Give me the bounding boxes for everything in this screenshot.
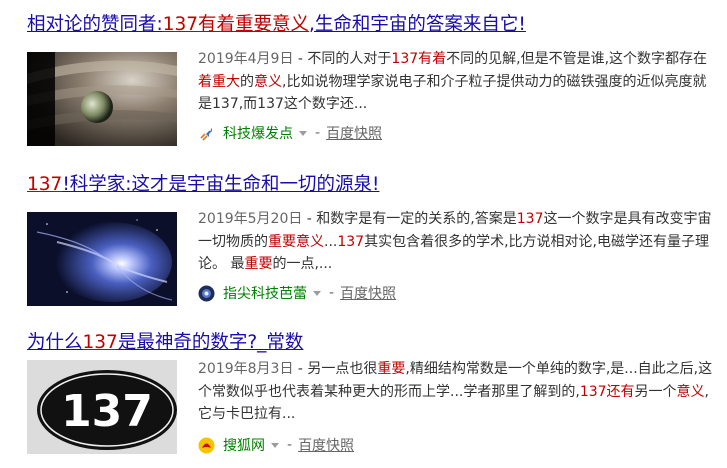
text-segment: 相对论的赞同者:: [27, 14, 163, 35]
highlighted-keyword: 137: [82, 332, 118, 353]
number-137-image: 137: [27, 360, 177, 454]
galaxy-image: [27, 212, 177, 306]
separator: -: [329, 285, 335, 301]
chevron-down-icon[interactable]: [313, 290, 321, 296]
result-thumbnail[interactable]: [27, 52, 177, 146]
result-snippet: 2019年5月20日 - 和数字是有一定的关系的,答案是137这一个数字是具有改…: [198, 208, 718, 276]
planet-image: [27, 52, 177, 146]
highlighted-keyword: 意义: [676, 383, 705, 400]
highlighted-keyword: 重要: [244, 256, 273, 273]
text-segment: - 和数字是有一定的关系的,答案是: [302, 211, 517, 227]
source-name[interactable]: 搜狐网: [223, 435, 265, 455]
source-name[interactable]: 科技爆发点: [223, 123, 293, 143]
result-title-link[interactable]: 137!科学家:这才是宇宙生命和一切的源泉!: [27, 170, 379, 200]
result-source: 搜狐网 - 百度快照: [198, 434, 354, 456]
thumb-137-text: 137: [61, 386, 153, 437]
result-date: 2019年8月3日: [198, 361, 294, 377]
rocket-icon: [198, 125, 215, 142]
highlighted-keyword: 137: [27, 174, 63, 195]
text-segment: 是最神奇的数字?_常数: [117, 332, 304, 353]
highlighted-keyword: 着重大: [198, 73, 240, 90]
highlighted-keyword: 137: [337, 233, 365, 250]
highlighted-keyword: 重要意义: [268, 233, 324, 250]
result-date: 2019年5月20日: [198, 211, 303, 227]
text-segment: !科学家:这才是宇宙生命和一切的源泉!: [62, 174, 380, 195]
separator: -: [315, 125, 321, 141]
highlighted-keyword: 重要: [377, 361, 406, 377]
text-segment: 的: [240, 73, 254, 90]
highlighted-keyword: 137还有: [579, 383, 635, 400]
cache-link[interactable]: 百度快照: [340, 283, 396, 303]
highlighted-keyword: 137有着重要意义: [162, 14, 310, 35]
text-segment: 为什么: [27, 332, 83, 353]
cache-link[interactable]: 百度快照: [298, 435, 354, 455]
result-source: 科技爆发点 - 百度快照: [198, 122, 382, 144]
globe-icon: [198, 285, 215, 302]
highlighted-keyword: 意义: [254, 73, 282, 90]
text-segment: 的一点,...: [272, 256, 333, 273]
text-segment: ,生命和宇宙的答案来自它!: [309, 14, 526, 35]
chevron-down-icon[interactable]: [271, 442, 279, 448]
source-name[interactable]: 指尖科技芭蕾: [223, 283, 307, 303]
result-date: 2019年4月9日: [198, 51, 294, 67]
text-segment: 另一个: [634, 383, 677, 400]
result-title-link[interactable]: 相对论的赞同者:137有着重要意义,生命和宇宙的答案来自它!: [27, 10, 526, 40]
sohu-fox-icon: [198, 437, 215, 454]
result-source: 指尖科技芭蕾 - 百度快照: [198, 282, 396, 304]
text-segment: - 不同的人对于: [293, 51, 392, 67]
text-segment: 不同的见解,但是不管是谁,这个数字都存在: [446, 51, 708, 67]
cache-link[interactable]: 百度快照: [326, 123, 382, 143]
result-snippet: 2019年8月3日 - 另一点也很重要,精细结构常数是一个单纯的数字,是...自…: [198, 358, 718, 426]
text-segment: ...: [324, 233, 338, 250]
result-thumbnail[interactable]: [27, 212, 177, 306]
text-segment: - 另一点也很: [293, 361, 378, 377]
highlighted-keyword: 137有着: [391, 51, 447, 67]
chevron-down-icon[interactable]: [299, 130, 307, 136]
result-title-link[interactable]: 为什么137是最神奇的数字?_常数: [27, 328, 303, 358]
result-thumbnail[interactable]: 137: [27, 360, 177, 454]
result-snippet: 2019年4月9日 - 不同的人对于137有着不同的见解,但是不管是谁,这个数字…: [198, 48, 718, 116]
separator: -: [287, 437, 293, 453]
highlighted-keyword: 137: [516, 211, 544, 227]
